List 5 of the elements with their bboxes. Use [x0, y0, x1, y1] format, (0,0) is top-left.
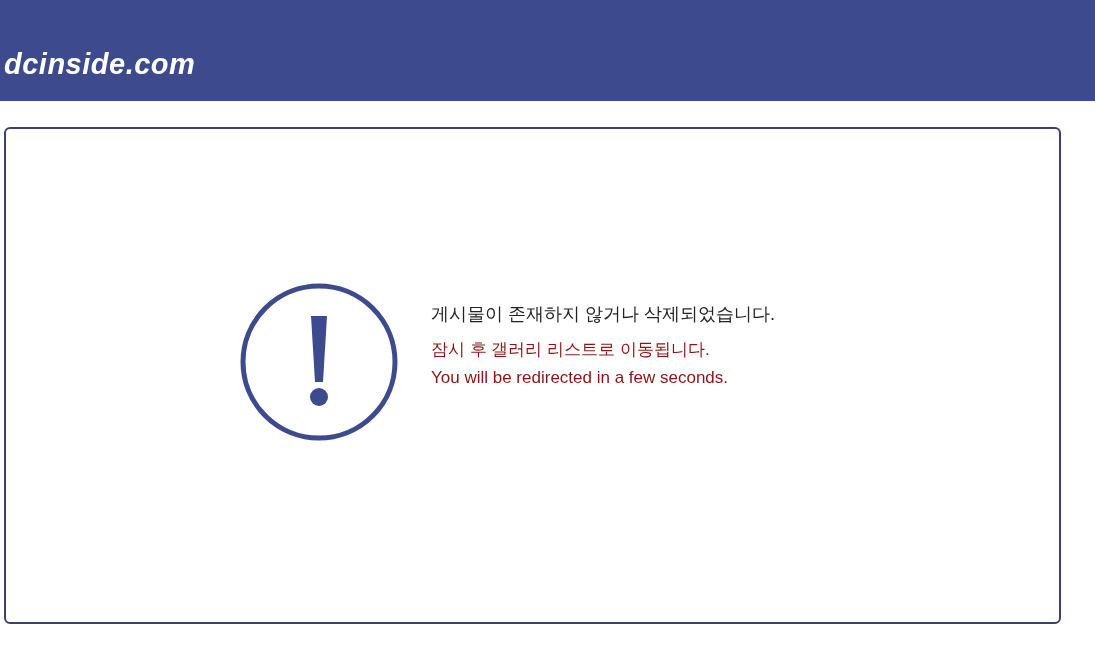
- site-logo[interactable]: dcinside.com: [4, 50, 196, 79]
- notice-text: 잠시 후 갤러리 리스트로 이동됩니다.: [431, 338, 711, 361]
- message-text: 게시물이 존재하지 않거나 삭제되었습니다.: [431, 302, 775, 325]
- notice-text: You will be redirected in a few seconds.: [431, 366, 730, 389]
- warning-icon: [239, 281, 399, 442]
